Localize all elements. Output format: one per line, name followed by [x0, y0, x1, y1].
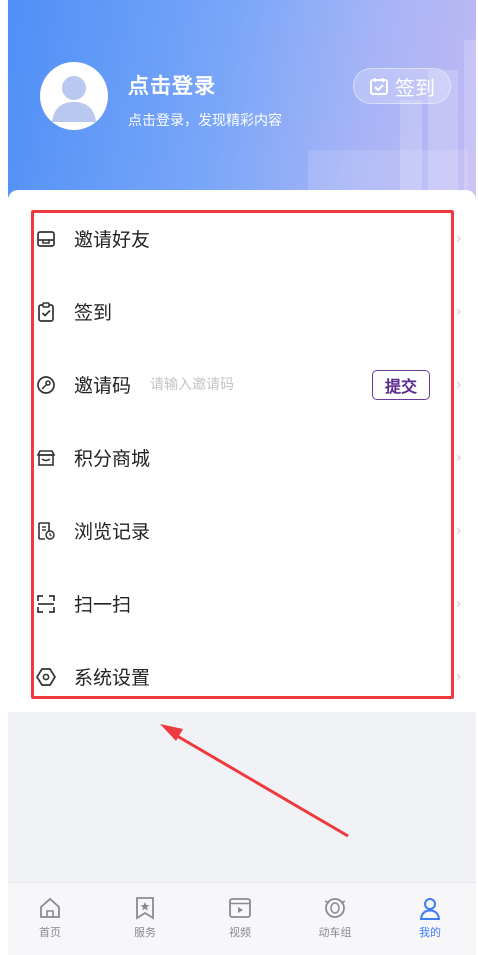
chevron-right-icon: › [456, 230, 462, 247]
video-icon [229, 898, 251, 918]
chevron-right-icon: › [456, 668, 462, 685]
phone-screen: 点击登录 点击登录，发现精彩内容 签到 邀请好友 › 签到 › 邀请码 请输入邀… [8, 0, 476, 955]
bookmark-star-icon [136, 897, 154, 920]
key-icon [36, 375, 56, 395]
history-doc-icon [36, 521, 56, 541]
menu-item-checkin[interactable]: 签到 › [8, 275, 476, 348]
menu-item-label: 扫一扫 [74, 594, 132, 616]
menu-item-points-mall[interactable]: 积分商城 › [8, 421, 476, 494]
menu-item-label: 浏览记录 [74, 521, 151, 543]
calendar-check-icon [370, 78, 388, 95]
menu-item-invite-friends[interactable]: 邀请好友 › [8, 202, 476, 275]
nav-label: 服务 [134, 926, 156, 939]
bottom-navigation: 首页 服务 视频 动车组 我的 [8, 882, 476, 955]
menu-card: 邀请好友 › 签到 › 邀请码 请输入邀请码 提交 › 积分商城 › 浏览记录 … [8, 190, 476, 712]
nav-item-video[interactable]: 视频 [210, 895, 270, 945]
login-subtitle[interactable]: 点击登录，发现精彩内容 [128, 110, 282, 130]
nav-item-service[interactable]: 服务 [115, 895, 175, 945]
menu-item-label: 系统设置 [74, 667, 151, 689]
checkin-label: 签到 [395, 75, 435, 100]
menu-item-system-settings[interactable]: 系统设置 › [8, 640, 476, 713]
profile-icon [419, 898, 441, 920]
menu-item-label: 邀请码 [74, 375, 132, 397]
chevron-right-icon: › [456, 449, 462, 466]
chevron-right-icon: › [456, 595, 462, 612]
avatar[interactable] [40, 62, 108, 130]
store-icon [36, 448, 56, 468]
menu-item-browse-history[interactable]: 浏览记录 › [8, 494, 476, 567]
invite-envelope-icon [36, 229, 56, 249]
train-icon [324, 898, 346, 918]
chevron-right-icon: › [456, 522, 462, 539]
menu-item-invite-code: 邀请码 提交 › [8, 348, 476, 421]
invite-code-input[interactable] [150, 371, 330, 398]
checkin-button[interactable]: 签到 [353, 68, 451, 104]
nav-label: 首页 [39, 926, 61, 939]
scan-icon [36, 594, 56, 614]
chevron-right-icon: › [456, 303, 462, 320]
menu-item-label: 签到 [74, 302, 113, 324]
user-avatar-icon [52, 76, 96, 122]
clipboard-check-icon [36, 301, 56, 322]
nav-label: 视频 [229, 926, 251, 939]
profile-header: 点击登录 点击登录，发现精彩内容 签到 [8, 0, 476, 200]
login-title[interactable]: 点击登录 [128, 70, 216, 100]
settings-hexagon-icon [36, 667, 56, 687]
home-icon [40, 897, 60, 918]
menu-item-label: 积分商城 [74, 448, 151, 470]
nav-item-train[interactable]: 动车组 [305, 895, 365, 945]
nav-item-home[interactable]: 首页 [20, 895, 80, 945]
chevron-right-icon: › [456, 376, 462, 393]
menu-item-scan[interactable]: 扫一扫 › [8, 567, 476, 640]
menu-item-label: 邀请好友 [74, 229, 151, 251]
nav-label: 我的 [419, 926, 441, 939]
nav-item-mine[interactable]: 我的 [400, 895, 460, 945]
submit-button[interactable]: 提交 [372, 369, 430, 400]
nav-label: 动车组 [318, 926, 352, 939]
